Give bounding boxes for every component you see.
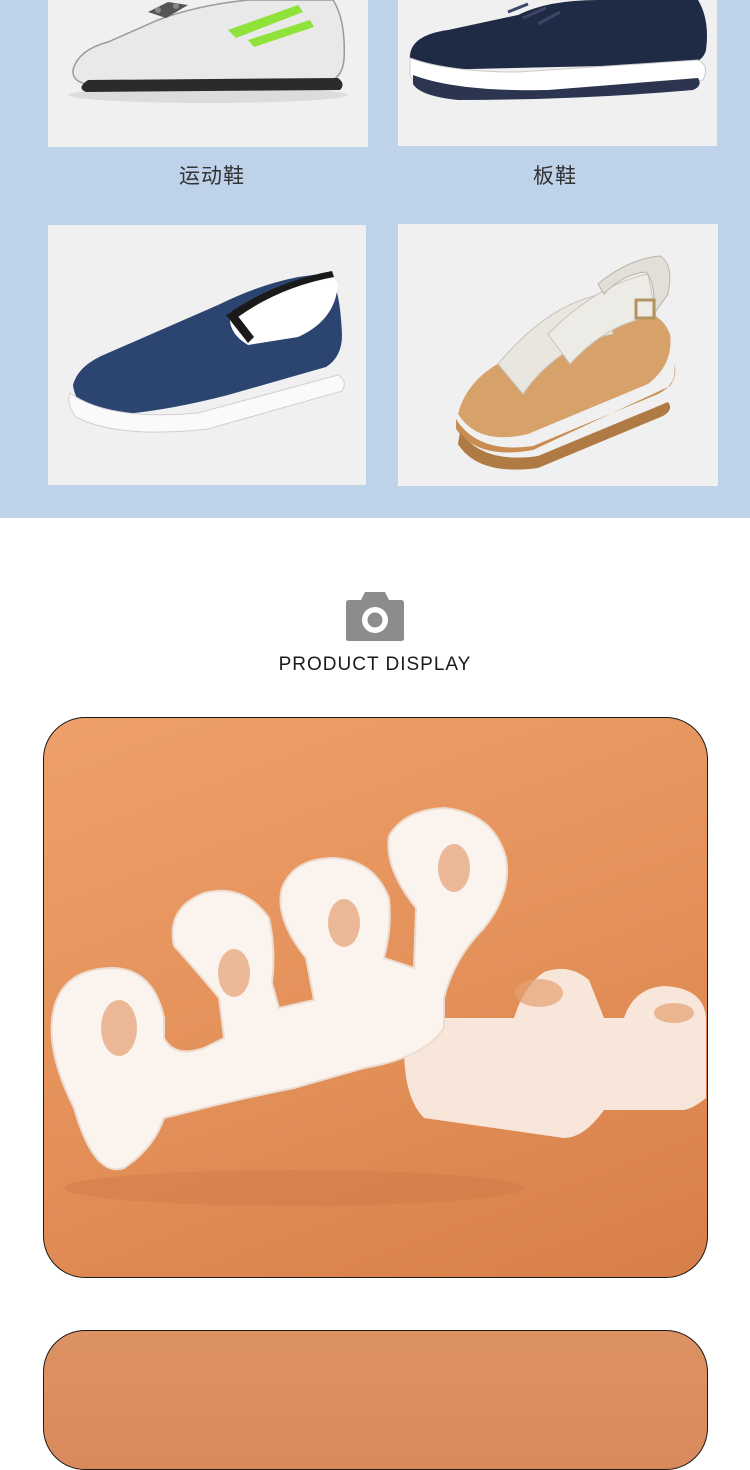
canvas-slip-on-image[interactable]	[48, 225, 366, 485]
sneaker-image[interactable]	[48, 0, 368, 147]
product-photo-2[interactable]	[43, 1330, 708, 1470]
section-title: PRODUCT DISPLAY	[278, 654, 472, 675]
category-label-knit-sneaker[interactable]: 板鞋	[455, 160, 655, 190]
knit-sneaker-image[interactable]	[398, 0, 717, 146]
category-label-sneaker[interactable]: 运动鞋	[112, 160, 312, 190]
camera-icon	[345, 590, 405, 642]
category-panel: 运动鞋 板鞋	[0, 0, 750, 518]
sandal-image[interactable]	[398, 224, 718, 486]
product-photo[interactable]	[43, 717, 708, 1278]
